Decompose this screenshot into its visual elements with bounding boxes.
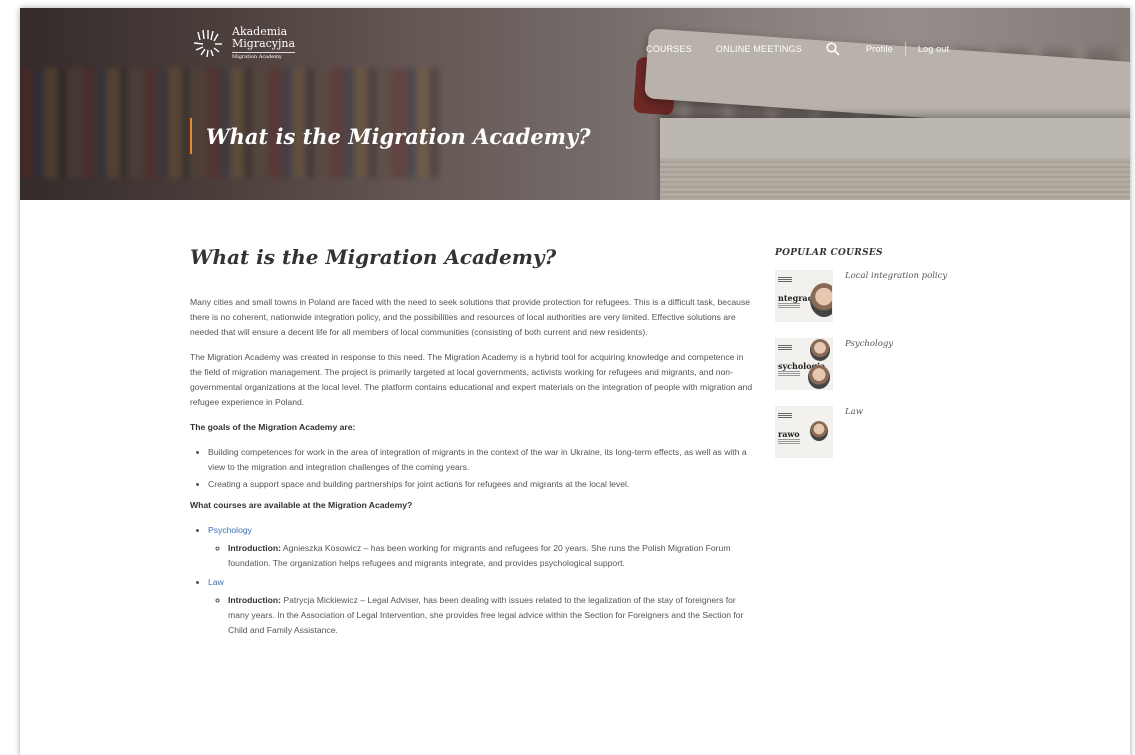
intro-paragraph-1: Many cities and small towns in Poland ar… bbox=[190, 297, 751, 337]
hero-title: What is the Migration Academy? bbox=[206, 124, 591, 149]
search-icon[interactable] bbox=[826, 42, 840, 56]
intro-text: Patrycja Mickiewicz – Legal Adviser, has… bbox=[228, 595, 744, 635]
nav-divider bbox=[904, 42, 906, 56]
thumbnail-subtext bbox=[778, 371, 800, 377]
popular-course-card-integration[interactable]: ntegracja Local integration policy bbox=[775, 270, 975, 322]
nav-online-meetings[interactable]: ONLINE MEETINGS bbox=[716, 44, 802, 54]
popular-course-card-law[interactable]: rawo Law bbox=[775, 406, 975, 458]
popular-course-label: Local integration policy bbox=[845, 271, 948, 281]
thumbnail-subtext bbox=[778, 439, 800, 445]
intro-paragraph-2: The Migration Academy was created in res… bbox=[190, 352, 753, 407]
thumbnail-logo bbox=[778, 345, 792, 351]
thumbnail-text: rawo bbox=[778, 429, 800, 439]
hero-title-block: What is the Migration Academy? bbox=[190, 118, 591, 154]
popular-courses-sidebar: POPULAR COURSES ntegracja Local integrat… bbox=[775, 248, 975, 474]
intro-label: Introduction: bbox=[228, 595, 281, 605]
course-thumbnail: ntegracja bbox=[775, 270, 833, 322]
nav-courses[interactable]: COURSES bbox=[646, 44, 692, 54]
course-list-item: Psychology Introduction: Agnieszka Kosow… bbox=[208, 523, 755, 571]
thumbnail-logo bbox=[778, 413, 792, 419]
thumbnail-logo bbox=[778, 277, 792, 283]
goals-list: Building competences for work in the are… bbox=[208, 445, 755, 492]
course-link-law[interactable]: Law bbox=[208, 577, 224, 587]
goal-item: Creating a support space and building pa… bbox=[208, 477, 755, 492]
logo-text: Akademia Migracyjna Migration Academy bbox=[232, 26, 296, 61]
popular-course-label: Law bbox=[845, 407, 863, 417]
course-intro: Introduction: Agnieszka Kosowicz – has b… bbox=[228, 541, 755, 571]
course-thumbnail: rawo bbox=[775, 406, 833, 458]
courses-list: Psychology Introduction: Agnieszka Kosow… bbox=[208, 523, 755, 638]
sidebar-title: POPULAR COURSES bbox=[775, 248, 883, 258]
site-logo[interactable]: Akademia Migracyjna Migration Academy bbox=[192, 26, 296, 61]
main-nav: COURSES ONLINE MEETINGS Profile Log out bbox=[646, 42, 973, 56]
popular-course-label: Psychology bbox=[845, 339, 894, 349]
course-link-psychology[interactable]: Psychology bbox=[208, 525, 252, 535]
browser-page: Akademia Migracyjna Migration Academy CO… bbox=[20, 8, 1130, 755]
course-intro-list: Introduction: Agnieszka Kosowicz – has b… bbox=[228, 541, 755, 571]
logo-mark-icon bbox=[193, 29, 222, 58]
intro-text: Agnieszka Kosowicz – has been working fo… bbox=[228, 543, 731, 568]
portrait-image bbox=[810, 283, 832, 317]
logo-line-3: Migration Academy bbox=[232, 54, 282, 60]
course-list-item: Law Introduction: Patrycja Mickiewicz – … bbox=[208, 575, 755, 638]
intro-label: Introduction: bbox=[228, 543, 281, 553]
course-thumbnail: sychologia bbox=[775, 338, 833, 390]
goals-heading: The goals of the Migration Academy are: bbox=[190, 422, 356, 432]
portrait-image bbox=[808, 365, 830, 389]
nav-logout[interactable]: Log out bbox=[918, 44, 949, 54]
popular-course-card-psychology[interactable]: sychologia Psychology bbox=[775, 338, 975, 390]
goal-item: Building competences for work in the are… bbox=[208, 445, 755, 475]
page-title: What is the Migration Academy? bbox=[190, 245, 557, 269]
portrait-image bbox=[810, 421, 828, 441]
thumbnail-subtext bbox=[778, 303, 800, 309]
main-content: What is the Migration Academy? Many citi… bbox=[190, 240, 755, 642]
hero-overlay bbox=[20, 8, 1130, 200]
logo-line-2: Migracyjna bbox=[232, 38, 296, 53]
hero-banner: Akademia Migracyjna Migration Academy CO… bbox=[20, 8, 1130, 200]
courses-heading: What courses are available at the Migrat… bbox=[190, 500, 413, 510]
course-intro-list: Introduction: Patrycja Mickiewicz – Lega… bbox=[228, 593, 755, 638]
course-intro: Introduction: Patrycja Mickiewicz – Lega… bbox=[228, 593, 755, 638]
portrait-image bbox=[810, 339, 830, 361]
nav-profile[interactable]: Profile bbox=[866, 44, 893, 54]
